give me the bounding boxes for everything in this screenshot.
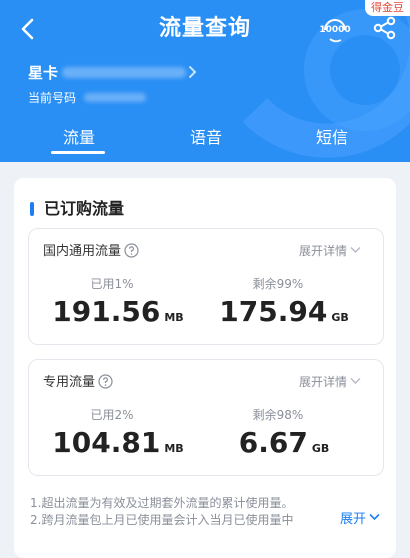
expand-details-button[interactable]: 展开详情 — [299, 374, 361, 390]
chevron-down-icon — [369, 513, 380, 521]
expand-notes-label: 展开 — [340, 512, 367, 527]
used-value: 191.56 — [52, 295, 161, 328]
account-name[interactable]: 星卡 — [28, 63, 58, 83]
chevron-right-icon[interactable] — [187, 64, 199, 80]
remaining-amount: 6.67 GB — [199, 426, 369, 466]
used-amount: 191.56 MB — [33, 295, 203, 335]
note-line-1: 1.超出流量为有效及过期套外流量的累计使用量。 — [30, 496, 294, 510]
expand-details-label: 展开详情 — [299, 375, 348, 389]
gold-bean-badge[interactable]: 得金豆 — [365, 0, 410, 16]
share-icon[interactable] — [372, 15, 398, 41]
active-tab-indicator — [51, 151, 105, 154]
expand-details-button[interactable]: 展开详情 — [299, 243, 361, 259]
remaining-percent-label: 剩余98% — [252, 408, 304, 422]
card-title: 专用流量 — [43, 374, 113, 391]
remaining-amount: 175.94 GB — [199, 295, 369, 335]
remaining-value: 175.94 — [219, 295, 328, 328]
chevron-down-icon — [350, 247, 361, 253]
current-number-label: 当前号码 — [28, 91, 77, 105]
used-value: 104.81 — [52, 426, 161, 459]
tab-sms[interactable]: 短信 — [292, 128, 372, 148]
card-title-text: 国内通用流量 — [43, 244, 122, 259]
used-unit: MB — [164, 311, 184, 324]
redacted-account-detail — [62, 67, 186, 78]
help-icon[interactable] — [124, 243, 139, 258]
remaining-value: 6.67 — [238, 426, 308, 459]
tab-data[interactable]: 流量 — [39, 128, 119, 148]
remaining-percent-label: 剩余99% — [252, 277, 304, 291]
section-accent-bar — [30, 202, 34, 216]
remaining-unit: GB — [311, 442, 330, 455]
note-line-2: 2.跨月流量包上月已使用量会计入当月已使用量中 — [30, 513, 294, 527]
dedicated-data-card: 专用流量 展开详情 已用2% 剩余98% 104.81 MB 6.67 GB — [28, 359, 384, 476]
remaining-unit: GB — [331, 311, 349, 324]
used-unit: MB — [164, 442, 184, 455]
customer-service-10000-icon[interactable]: 10000 — [318, 14, 352, 46]
section-title: 已订购流量 — [44, 199, 125, 218]
expand-details-label: 展开详情 — [299, 244, 348, 258]
used-amount: 104.81 MB — [33, 426, 203, 466]
used-percent-label: 已用2% — [90, 408, 134, 422]
service-number-text: 10000 — [319, 25, 351, 35]
used-percent-label: 已用1% — [90, 277, 134, 291]
card-title: 国内通用流量 — [43, 243, 139, 260]
card-title-text: 专用流量 — [43, 375, 96, 390]
redacted-phone-number — [84, 93, 146, 102]
chevron-down-icon — [350, 378, 361, 384]
expand-notes-button[interactable]: 展开 — [338, 511, 381, 529]
header: 流量查询 10000 得金豆 星卡 当前号码 流量 语音 短信 — [0, 0, 410, 162]
tab-voice[interactable]: 语音 — [166, 128, 246, 148]
subscribed-data-panel: 已订购流量 国内通用流量 展开详情 已用1% 剩余99% 191.56 MB 17… — [14, 178, 396, 558]
help-icon[interactable] — [98, 374, 113, 389]
domestic-data-card: 国内通用流量 展开详情 已用1% 剩余99% 191.56 MB 175.94 GB — [28, 228, 384, 345]
